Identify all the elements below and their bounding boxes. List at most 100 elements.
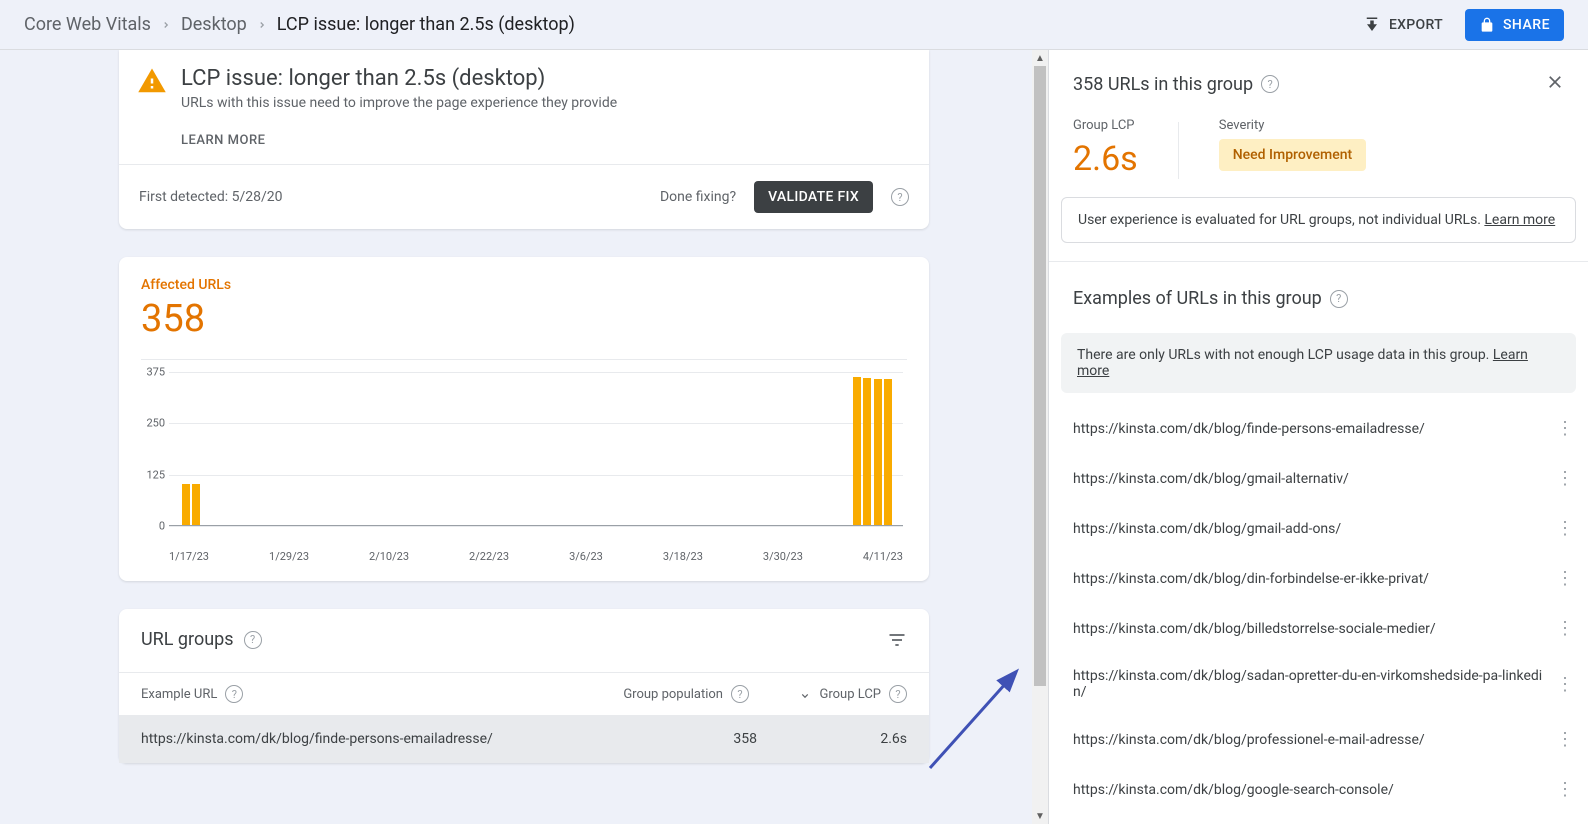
chart-y-tick: 250 [139,417,165,430]
help-icon[interactable]: ? [731,685,749,703]
arrow-down-icon[interactable] [798,687,812,701]
chart-x-tick: 2/10/23 [369,550,409,563]
chart-x-axis: 1/17/23 1/29/23 2/10/23 2/22/23 3/6/23 3/18/2… [169,550,903,563]
chart-x-tick: 1/29/23 [269,550,309,563]
filter-icon[interactable] [887,630,907,650]
chart-bar [853,377,861,525]
help-icon[interactable]: ? [225,685,243,703]
export-button[interactable]: EXPORT [1353,10,1453,40]
url-example-row[interactable]: https://kinsta.com/dk/blog/finde-persons… [1049,403,1588,453]
validate-fix-button[interactable]: VALIDATE FIX [754,181,873,213]
url-example-row[interactable]: https://kinsta.com/dk/blog/billedstorrel… [1049,603,1588,653]
url-group-row[interactable]: https://kinsta.com/dk/blog/finde-persons… [119,715,929,763]
chart-bar [874,379,882,525]
first-detected-label: First detected: 5/28/20 [139,189,282,205]
url-text[interactable]: https://kinsta.com/dk/blog/gmail-add-ons… [1073,521,1546,537]
more-icon[interactable]: ⋮ [1556,518,1572,539]
chart-x-tick: 3/30/23 [763,550,803,563]
details-panel: 358 URLs in this group ? Group LCP 2.6s … [1048,50,1588,824]
done-fixing-label: Done fixing? [660,189,736,205]
warning-triangle-icon [137,66,167,148]
url-text[interactable]: https://kinsta.com/dk/blog/din-forbindel… [1073,571,1546,587]
more-icon[interactable]: ⋮ [1556,674,1572,695]
url-groups-title: URL groups [141,629,234,650]
chart-bar [182,484,190,525]
breadcrumb-current: LCP issue: longer than 2.5s (desktop) [277,14,575,35]
affected-urls-count: 358 [141,297,907,341]
chevron-right-icon [161,15,171,34]
divider [1178,122,1179,179]
url-example-row[interactable]: https://kinsta.com/dk/blog/professionel-… [1049,714,1588,764]
chart-y-tick: 125 [139,468,165,481]
help-icon[interactable]: ? [891,188,909,206]
panel-title: 358 URLs in this group [1073,74,1253,95]
url-text[interactable]: https://kinsta.com/dk/blog/professionel-… [1073,732,1546,748]
url-example-row[interactable]: https://kinsta.com/dk/blog/gmail-add-ons… [1049,503,1588,553]
help-icon[interactable]: ? [1330,290,1348,308]
url-text[interactable]: https://kinsta.com/dk/blog/sadan-oprette… [1073,668,1546,700]
chart-x-tick: 1/17/23 [169,550,209,563]
chart-bar [884,379,892,525]
affected-urls-chart: 0125250375 [169,372,903,542]
breadcrumb-desktop[interactable]: Desktop [181,14,247,35]
row-population: 358 [733,731,757,747]
chart-x-tick: 4/11/23 [863,550,903,563]
examples-title: Examples of URLs in this group [1073,288,1322,309]
more-icon[interactable]: ⋮ [1556,729,1572,750]
scroll-thumb[interactable] [1034,66,1046,686]
url-example-row[interactable]: https://kinsta.com/dk/blog/din-forbindel… [1049,553,1588,603]
affected-urls-label: Affected URLs [141,277,907,293]
url-examples-list: https://kinsta.com/dk/blog/finde-persons… [1049,403,1588,814]
close-icon[interactable] [1546,72,1564,96]
more-icon[interactable]: ⋮ [1556,418,1572,439]
chart-x-tick: 3/18/23 [663,550,703,563]
help-icon[interactable]: ? [1261,75,1279,93]
more-icon[interactable]: ⋮ [1556,618,1572,639]
url-text[interactable]: https://kinsta.com/dk/blog/gmail-alterna… [1073,471,1546,487]
breadcrumb-root[interactable]: Core Web Vitals [24,14,151,35]
chart-bar [192,484,200,525]
help-icon[interactable]: ? [889,685,907,703]
main-content: LCP issue: longer than 2.5s (desktop) UR… [0,50,1048,824]
more-icon[interactable]: ⋮ [1556,779,1572,800]
notice-box: There are only URLs with not enough LCP … [1061,333,1576,393]
chart-x-tick: 3/6/23 [569,550,603,563]
scrollbar[interactable]: ▲ ▼ [1032,50,1048,824]
url-text[interactable]: https://kinsta.com/dk/blog/finde-persons… [1073,421,1546,437]
scroll-down-icon[interactable]: ▼ [1032,808,1048,824]
url-example-row[interactable]: https://kinsta.com/dk/blog/google-search… [1049,764,1588,814]
url-example-row[interactable]: https://kinsta.com/dk/blog/sadan-oprette… [1049,653,1588,714]
learn-more-link[interactable]: Learn more [1484,212,1555,228]
col-group-lcp[interactable]: Group LCP [820,687,882,702]
url-text[interactable]: https://kinsta.com/dk/blog/billedstorrel… [1073,621,1546,637]
download-icon [1363,16,1381,34]
issue-title: LCP issue: longer than 2.5s (desktop) [181,66,617,91]
issue-subtitle: URLs with this issue need to improve the… [181,95,617,111]
group-lcp-label: Group LCP [1073,118,1138,133]
col-example-url: Example URL [141,687,217,702]
chart-x-tick: 2/22/23 [469,550,509,563]
lock-icon [1479,17,1495,33]
url-example-row[interactable]: https://kinsta.com/dk/blog/gmail-alterna… [1049,453,1588,503]
row-lcp: 2.6s [880,731,907,747]
url-groups-columns: Example URL ? Group population ? Group L… [119,672,929,715]
scroll-up-icon[interactable]: ▲ [1032,50,1048,66]
issue-summary-card: LCP issue: longer than 2.5s (desktop) UR… [119,50,929,229]
url-text[interactable]: https://kinsta.com/dk/blog/google-search… [1073,782,1546,798]
url-groups-card: URL groups ? Example URL ? Group populat… [119,609,929,763]
severity-label: Severity [1219,118,1366,133]
severity-badge: Need Improvement [1219,139,1366,171]
learn-more-link[interactable]: LEARN MORE [181,133,265,148]
chevron-right-icon [257,15,267,34]
more-icon[interactable]: ⋮ [1556,568,1572,589]
annotation-arrow [920,658,1040,778]
info-text: User experience is evaluated for URL gro… [1078,212,1484,228]
more-icon[interactable]: ⋮ [1556,468,1572,489]
help-icon[interactable]: ? [244,631,262,649]
share-label: SHARE [1503,17,1550,33]
breadcrumb-bar: Core Web Vitals Desktop LCP issue: longe… [0,0,1588,50]
col-group-population: Group population [623,687,723,702]
chart-y-tick: 0 [139,520,165,533]
share-button[interactable]: SHARE [1465,9,1564,41]
group-lcp-value: 2.6s [1073,139,1138,179]
